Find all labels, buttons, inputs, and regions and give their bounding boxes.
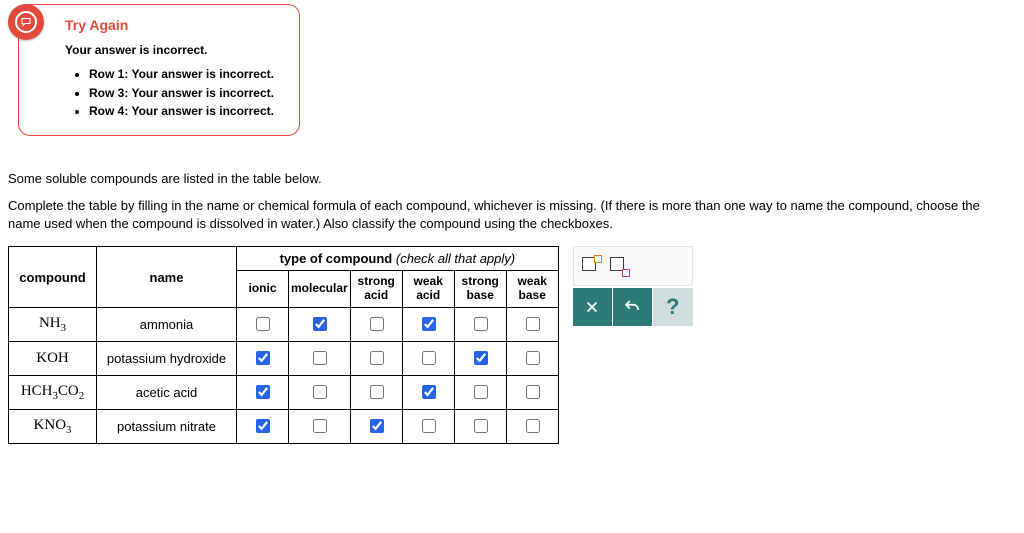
formula-cell[interactable]: KOH (9, 341, 97, 375)
checkbox-cell-strong_base (454, 307, 506, 341)
side-toolbar: ? (573, 246, 693, 326)
checkbox-weak_acid[interactable] (422, 385, 436, 399)
checkbox-cell-weak_base (506, 375, 558, 409)
checkbox-strong_base[interactable] (474, 317, 488, 331)
checkbox-strong_acid[interactable] (370, 351, 384, 365)
checkbox-cell-ionic (237, 375, 289, 409)
checkbox-molecular[interactable] (313, 385, 327, 399)
th-compound: compound (9, 247, 97, 308)
checkbox-cell-strong_base (454, 375, 506, 409)
checkbox-weak_acid[interactable] (422, 419, 436, 433)
name-cell[interactable]: acetic acid (97, 375, 237, 409)
clear-button[interactable] (573, 288, 613, 326)
formula-cell[interactable]: NH3 (9, 307, 97, 341)
th-weak-acid: weakacid (402, 271, 454, 308)
checkbox-cell-strong_base (454, 341, 506, 375)
checkbox-weak_base[interactable] (526, 351, 540, 365)
checkbox-strong_base[interactable] (474, 385, 488, 399)
checkbox-weak_base[interactable] (526, 317, 540, 331)
instructions: Some soluble compounds are listed in the… (8, 170, 1016, 235)
th-strong-base: strongbase (454, 271, 506, 308)
checkbox-cell-ionic (237, 307, 289, 341)
checkbox-weak_acid[interactable] (422, 351, 436, 365)
compound-table: compound name type of compound (check al… (8, 246, 559, 444)
checkbox-cell-weak_acid (402, 409, 454, 443)
checkbox-ionic[interactable] (256, 385, 270, 399)
checkbox-strong_acid[interactable] (370, 385, 384, 399)
checkbox-weak_acid[interactable] (422, 317, 436, 331)
checkbox-cell-strong_acid (350, 307, 402, 341)
feedback-item: Row 4: Your answer is incorrect. (89, 102, 283, 121)
feedback-item: Row 3: Your answer is incorrect. (89, 84, 283, 103)
checkbox-cell-weak_base (506, 409, 558, 443)
checkbox-cell-ionic (237, 409, 289, 443)
checkbox-strong_base[interactable] (474, 351, 488, 365)
checkbox-cell-strong_base (454, 409, 506, 443)
th-strong-acid: strongacid (350, 271, 402, 308)
checkbox-cell-molecular (289, 341, 351, 375)
help-button[interactable]: ? (653, 288, 693, 326)
formula-cell[interactable]: HCH3CO2 (9, 375, 97, 409)
table-row: NH3ammonia (9, 307, 559, 341)
checkbox-weak_base[interactable] (526, 385, 540, 399)
feedback-list: Row 1: Your answer is incorrect. Row 3: … (65, 65, 283, 121)
feedback-chat-icon (8, 4, 44, 40)
name-cell[interactable]: potassium nitrate (97, 409, 237, 443)
table-row: KOHpotassium hydroxide (9, 341, 559, 375)
checkbox-strong_acid[interactable] (370, 317, 384, 331)
checkbox-cell-strong_acid (350, 375, 402, 409)
equation-tools (573, 246, 693, 286)
checkbox-strong_base[interactable] (474, 419, 488, 433)
checkbox-cell-weak_acid (402, 341, 454, 375)
checkbox-cell-weak_acid (402, 307, 454, 341)
checkbox-molecular[interactable] (313, 351, 327, 365)
checkbox-cell-molecular (289, 307, 351, 341)
checkbox-molecular[interactable] (313, 317, 327, 331)
th-type-group: type of compound (check all that apply) (237, 247, 559, 271)
checkbox-cell-molecular (289, 409, 351, 443)
checkbox-ionic[interactable] (256, 317, 270, 331)
checkbox-strong_acid[interactable] (370, 419, 384, 433)
th-molecular: molecular (289, 271, 351, 308)
feedback-title: Try Again (65, 17, 283, 33)
th-weak-base: weakbase (506, 271, 558, 308)
instructions-p1: Some soluble compounds are listed in the… (8, 170, 1016, 189)
checkbox-molecular[interactable] (313, 419, 327, 433)
formula-cell[interactable]: KNO3 (9, 409, 97, 443)
checkbox-cell-molecular (289, 375, 351, 409)
feedback-panel: Try Again Your answer is incorrect. Row … (8, 4, 1016, 136)
subscript-tool-icon[interactable] (610, 257, 628, 275)
checkbox-cell-strong_acid (350, 341, 402, 375)
checkbox-weak_base[interactable] (526, 419, 540, 433)
checkbox-cell-weak_base (506, 307, 558, 341)
checkbox-ionic[interactable] (256, 351, 270, 365)
checkbox-cell-strong_acid (350, 409, 402, 443)
undo-button[interactable] (613, 288, 653, 326)
checkbox-ionic[interactable] (256, 419, 270, 433)
name-cell[interactable]: potassium hydroxide (97, 341, 237, 375)
feedback-item: Row 1: Your answer is incorrect. (89, 65, 283, 84)
instructions-p2: Complete the table by filling in the nam… (8, 197, 1016, 235)
table-row: HCH3CO2acetic acid (9, 375, 559, 409)
checkbox-cell-weak_base (506, 341, 558, 375)
superscript-tool-icon[interactable] (582, 257, 600, 275)
th-name: name (97, 247, 237, 308)
checkbox-cell-ionic (237, 341, 289, 375)
checkbox-cell-weak_acid (402, 375, 454, 409)
table-row: KNO3potassium nitrate (9, 409, 559, 443)
feedback-subtitle: Your answer is incorrect. (65, 43, 283, 57)
th-ionic: ionic (237, 271, 289, 308)
name-cell[interactable]: ammonia (97, 307, 237, 341)
